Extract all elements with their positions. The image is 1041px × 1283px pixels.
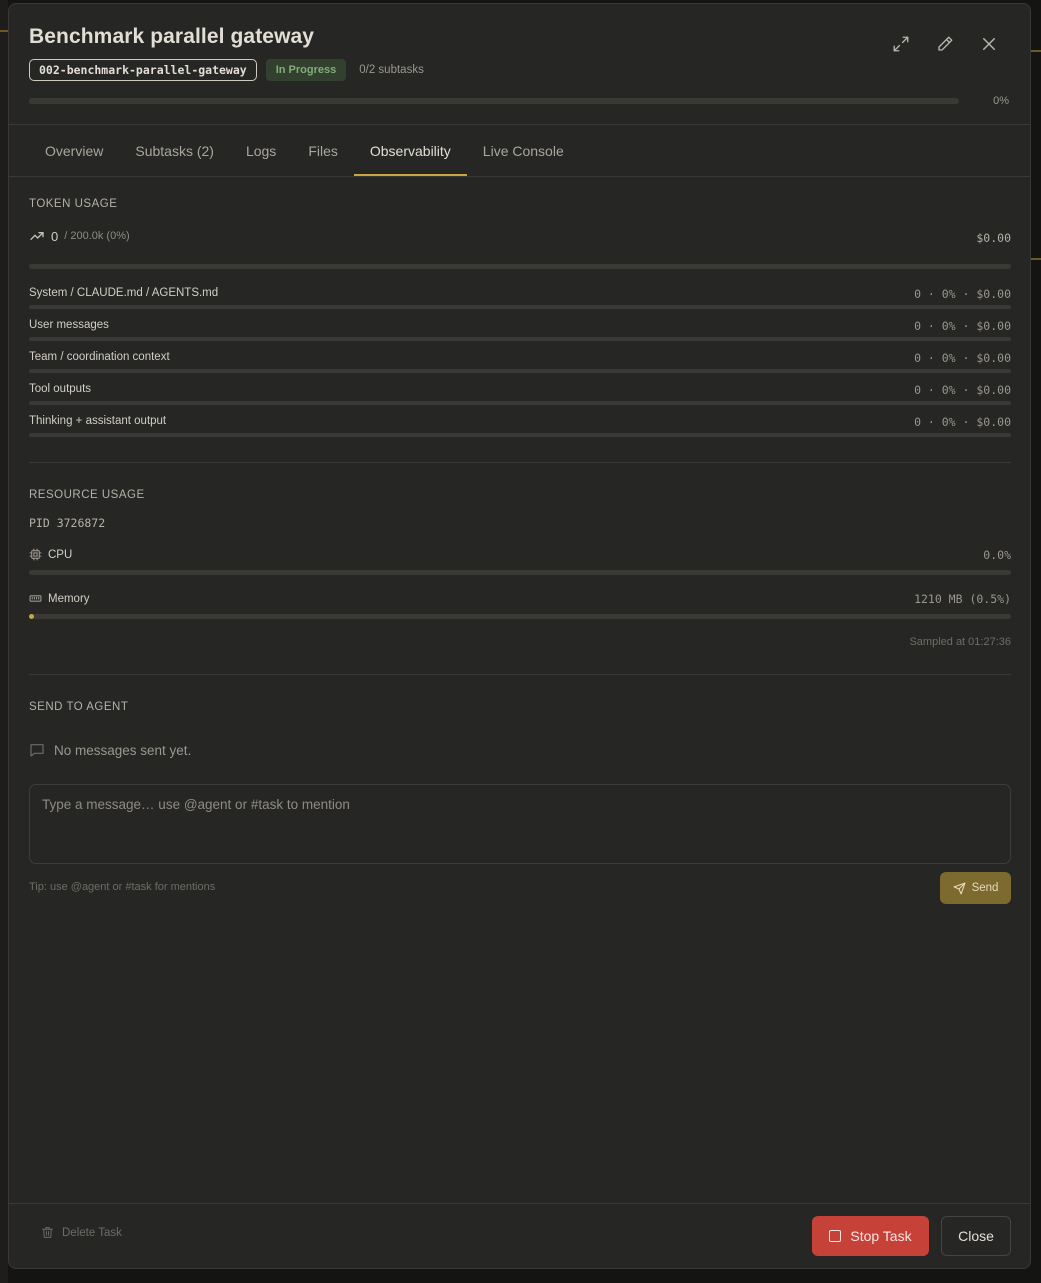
token-category-value: 0 · 0% · $0.00: [914, 415, 1011, 429]
expand-icon[interactable]: [890, 33, 912, 55]
token-limit: / 200.0k (0%): [64, 230, 130, 242]
send-button[interactable]: Send: [940, 872, 1011, 904]
tab-files[interactable]: Files: [292, 126, 354, 176]
token-category-row: Team / coordination context 0 · 0% · $0.…: [29, 351, 1011, 373]
cpu-label: CPU: [48, 548, 73, 561]
token-usage-bar: [29, 264, 1011, 269]
token-category-bar: [29, 369, 1011, 373]
send-to-agent-title: SEND TO AGENT: [29, 701, 129, 713]
token-category-label: User messages: [29, 319, 109, 331]
cpu-bar: [29, 570, 1011, 575]
tab-overview[interactable]: Overview: [29, 126, 119, 176]
task-meta: 002-benchmark-parallel-gateway In Progre…: [29, 59, 424, 81]
resource-usage-title: RESOURCE USAGE: [29, 489, 145, 501]
background-accent-line: [1031, 50, 1041, 52]
trash-icon: [42, 1227, 53, 1238]
token-category-bar: [29, 401, 1011, 405]
status-badge: In Progress: [265, 59, 347, 81]
stop-square-icon: [829, 1230, 842, 1242]
cpu-chip-icon: [29, 548, 42, 561]
token-total: 0: [51, 228, 59, 244]
tab-observability[interactable]: Observability: [353, 126, 467, 176]
spec-id-badge: 002-benchmark-parallel-gateway: [29, 59, 257, 81]
token-cost: $0.00: [976, 231, 1011, 245]
message-square-icon: [30, 744, 44, 757]
background-app-left: [0, 0, 8, 1283]
send-icon: [953, 882, 966, 894]
token-category-value: 0 · 0% · $0.00: [914, 287, 1011, 301]
close-icon[interactable]: [978, 33, 1000, 55]
delete-task-button[interactable]: Delete Task: [41, 1226, 122, 1239]
token-category-value: 0 · 0% · $0.00: [914, 319, 1011, 333]
cpu-header: CPU: [29, 548, 1011, 561]
trending-up-icon: [30, 232, 44, 240]
token-category-bar: [29, 337, 1011, 341]
token-category-bar: [29, 433, 1011, 437]
task-progress-percent: 0%: [993, 95, 1009, 107]
background-accent-line: [0, 30, 8, 32]
section-divider: [29, 674, 1011, 675]
stop-task-button[interactable]: Stop Task: [812, 1216, 929, 1256]
tab-live-console[interactable]: Live Console: [467, 126, 580, 176]
header-actions: [890, 33, 1000, 55]
token-category-label: System / CLAUDE.md / AGENTS.md: [29, 287, 219, 299]
tab-bar: Overview Subtasks (2) Logs Files Observa…: [29, 126, 580, 176]
token-total-row: 0 / 200.0k (0%): [29, 228, 130, 244]
send-label: Send: [971, 882, 999, 894]
background-accent-line: [1031, 258, 1041, 260]
sampled-time: Sampled at 01:27:36: [909, 636, 1011, 648]
token-category-row: System / CLAUDE.md / AGENTS.md 0 · 0% · …: [29, 287, 1011, 309]
mention-tip: Tip: use @agent or #task for mentions: [29, 881, 216, 893]
token-category-bar: [29, 305, 1011, 309]
delete-task-label: Delete Task: [62, 1226, 122, 1239]
empty-messages-row: No messages sent yet.: [29, 742, 191, 758]
header-divider: [9, 124, 1030, 125]
memory-fill: [29, 614, 34, 619]
memory-value: 1210 MB (0.5%): [914, 592, 1011, 606]
memory-stick-icon: [29, 595, 42, 602]
token-category-label: Thinking + assistant output: [29, 415, 167, 427]
token-category-value: 0 · 0% · $0.00: [914, 383, 1011, 397]
token-category-label: Team / coordination context: [29, 351, 170, 363]
token-category-row: Tool outputs 0 · 0% · $0.00: [29, 383, 1011, 405]
task-progress-bar: [29, 98, 959, 104]
token-category-row: Thinking + assistant output 0 · 0% · $0.…: [29, 415, 1011, 437]
token-category-row: User messages 0 · 0% · $0.00: [29, 319, 1011, 341]
cpu-row: CPU 0.0%: [29, 548, 1011, 575]
token-category-value: 0 · 0% · $0.00: [914, 351, 1011, 365]
task-detail-modal: Benchmark parallel gateway 002-benchmark…: [8, 3, 1031, 1269]
section-divider: [29, 462, 1011, 463]
modal-header: Benchmark parallel gateway 002-benchmark…: [9, 4, 1030, 125]
message-input[interactable]: [29, 784, 1011, 864]
memory-row: Memory 1210 MB (0.5%): [29, 592, 1011, 619]
modal-footer: Delete Task Stop Task Close: [9, 1203, 1030, 1268]
token-category-label: Tool outputs: [29, 383, 92, 395]
tab-subtasks[interactable]: Subtasks (2): [119, 126, 230, 176]
token-usage-title: TOKEN USAGE: [29, 198, 118, 210]
close-button[interactable]: Close: [941, 1216, 1011, 1256]
memory-bar: [29, 614, 1011, 619]
memory-header: Memory: [29, 592, 1011, 605]
process-pid: PID 3726872: [29, 516, 106, 530]
empty-messages-text: No messages sent yet.: [54, 742, 192, 758]
tabs-divider: [9, 176, 1030, 177]
task-title: Benchmark parallel gateway: [29, 25, 315, 48]
subtask-count: 0/2 subtasks: [359, 64, 424, 76]
edit-pencil-icon[interactable]: [934, 33, 956, 55]
stop-task-label: Stop Task: [850, 1228, 912, 1244]
cpu-value: 0.0%: [983, 548, 1011, 562]
tab-logs[interactable]: Logs: [230, 126, 292, 176]
memory-label: Memory: [48, 592, 90, 605]
